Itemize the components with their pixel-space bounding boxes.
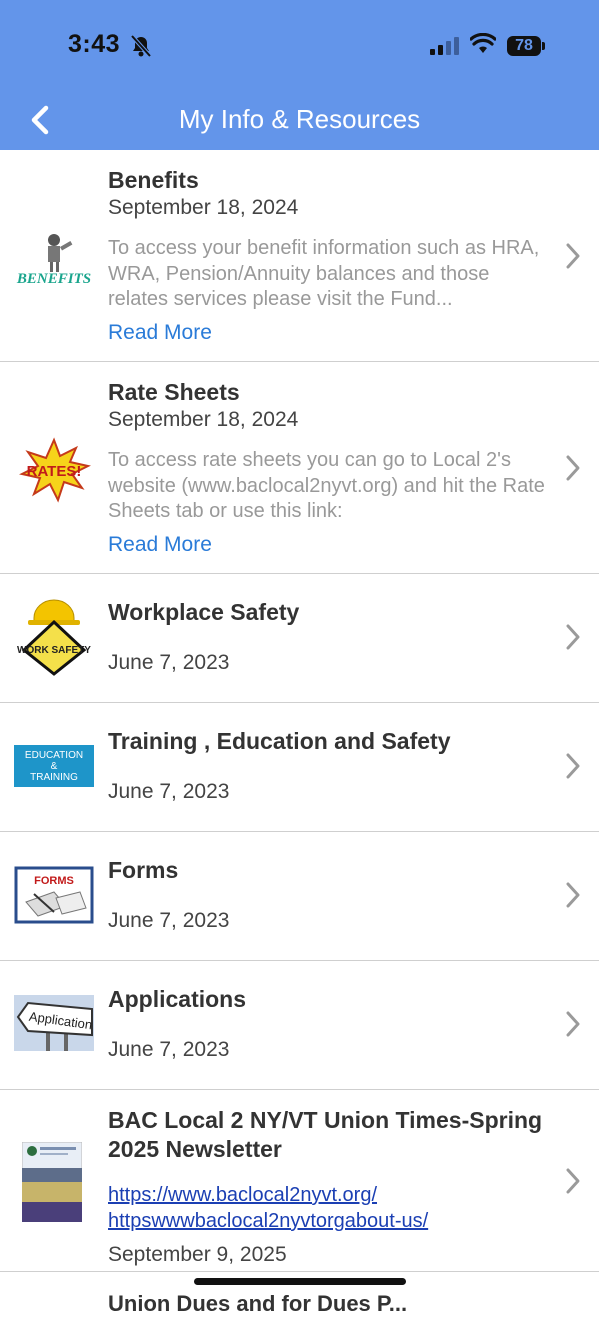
- item-date: June 7, 2023: [108, 909, 230, 932]
- newsletter-link-2[interactable]: httpswwwbaclocal2nyvtorgabout-us/: [108, 1208, 428, 1234]
- svg-text:&: &: [51, 761, 58, 772]
- bell-slash-icon: [130, 34, 152, 58]
- chevron-right-icon: [566, 624, 580, 650]
- benefits-thumbnail: BENEFITS: [16, 234, 91, 287]
- svg-text:RATES!: RATES!: [27, 463, 82, 480]
- item-title: Forms: [108, 857, 179, 883]
- work-safety-thumbnail: WORK SAFETY: [17, 599, 91, 676]
- item-title: Rate Sheets: [108, 379, 240, 405]
- item-title: Workplace Safety: [108, 599, 300, 625]
- list-item-forms[interactable]: FORMS Forms June 7, 2023: [0, 832, 599, 961]
- home-indicator[interactable]: [194, 1278, 406, 1285]
- chevron-right-icon: [566, 243, 580, 269]
- list-item-newsletter[interactable]: BAC Local 2 NY/VT Union Times-Spring 202…: [0, 1090, 599, 1272]
- svg-text:WORK SAFETY: WORK SAFETY: [17, 645, 91, 656]
- svg-text:TRAINING: TRAINING: [30, 772, 78, 783]
- battery-nub: [542, 42, 545, 50]
- education-training-thumbnail: EDUCATION & TRAINING: [14, 745, 94, 787]
- read-more-link[interactable]: Read More: [108, 320, 212, 346]
- item-date: September 9, 2025: [108, 1243, 287, 1266]
- list-item-training-education[interactable]: EDUCATION & TRAINING Training , Educatio…: [0, 703, 599, 832]
- top-bar: 3:43 78 My Info & Resources: [0, 0, 599, 150]
- svg-text:FORMS: FORMS: [34, 875, 74, 887]
- newsletter-link-1[interactable]: https://www.baclocal2nyvt.org/: [108, 1182, 377, 1208]
- svg-text:BENEFITS: BENEFITS: [16, 271, 91, 287]
- item-description: To access your benefit information such …: [108, 237, 540, 310]
- item-date: September 18, 2024: [108, 196, 299, 219]
- next-item-peek: Union Dues and for Dues P...: [108, 1291, 408, 1316]
- application-sign-thumbnail: Application: [14, 995, 94, 1051]
- item-date: September 18, 2024: [108, 408, 299, 431]
- forms-thumbnail: FORMS: [14, 866, 94, 924]
- chevron-right-icon: [566, 753, 580, 779]
- list-item-rate-sheets[interactable]: RATES! Rate Sheets September 18, 2024 To…: [0, 362, 599, 574]
- item-title: Benefits: [108, 167, 199, 193]
- chevron-right-icon: [566, 1168, 580, 1194]
- item-date: June 7, 2023: [108, 1038, 230, 1061]
- list-item-workplace-safety[interactable]: WORK SAFETY Workplace Safety June 7, 202…: [0, 574, 599, 703]
- chevron-right-icon: [566, 882, 580, 908]
- list-item-applications[interactable]: Application Applications June 7, 2023: [0, 961, 599, 1090]
- item-date: June 7, 2023: [108, 780, 230, 803]
- svg-text:EDUCATION: EDUCATION: [25, 750, 83, 761]
- read-more-link[interactable]: Read More: [108, 532, 212, 558]
- item-description: To access rate sheets you can go to Loca…: [108, 449, 545, 522]
- newsletter-thumbnail: [22, 1142, 82, 1222]
- page-title: My Info & Resources: [178, 104, 421, 134]
- rates-thumbnail: RATES!: [19, 437, 91, 503]
- item-date: June 7, 2023: [108, 651, 230, 674]
- status-time: 3:43: [68, 30, 121, 58]
- item-title: BAC Local 2 NY/VT Union Times-Spring 202…: [108, 1107, 543, 1162]
- chevron-right-icon: [566, 1011, 580, 1037]
- item-title: Applications: [108, 986, 247, 1012]
- wifi-icon: [470, 33, 496, 53]
- item-title: Training , Education and Safety: [108, 728, 451, 754]
- chevron-right-icon: [566, 455, 580, 481]
- battery-indicator: 78: [507, 36, 541, 56]
- cellular-signal-icon: [430, 37, 459, 55]
- list-item-benefits[interactable]: BENEFITS Benefits September 18, 2024 To …: [0, 150, 599, 362]
